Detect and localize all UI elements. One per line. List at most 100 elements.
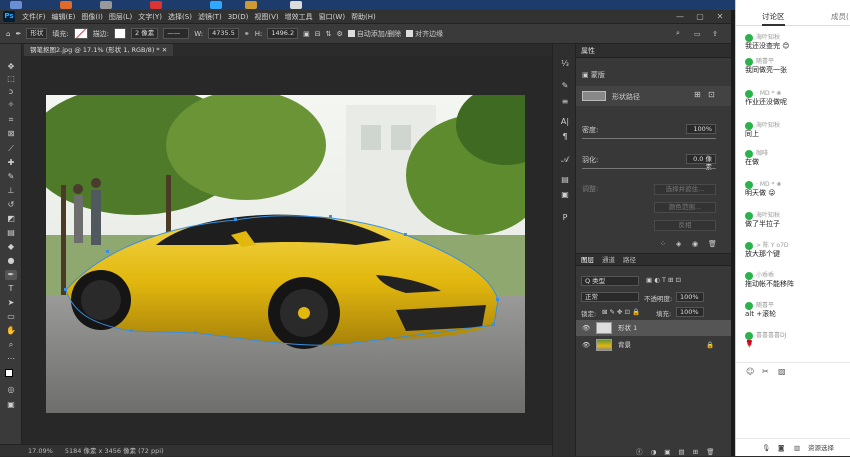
zoom-tool-icon[interactable]: ⌕	[5, 340, 17, 350]
app-icon[interactable]	[245, 1, 257, 9]
stroke-width-field[interactable]: 2 像素	[131, 28, 159, 39]
rectangle-tool-icon[interactable]: ▭	[5, 312, 17, 322]
type-tool-icon[interactable]: T	[5, 284, 17, 294]
settings-gear-icon[interactable]: ⚙	[337, 30, 343, 38]
layer-row-background[interactable]: 👁 背景 🔒	[576, 337, 731, 353]
foreground-background-color-icon[interactable]	[5, 369, 17, 379]
libraries-panel-icon[interactable]: ▣	[559, 189, 571, 200]
menu-window[interactable]: 窗口(W)	[319, 12, 345, 22]
fill-swatch[interactable]	[73, 28, 88, 39]
menu-filter[interactable]: 滤镜(T)	[198, 12, 222, 22]
clone-stamp-tool-icon[interactable]: ⊥	[5, 186, 17, 196]
crop-tool-icon[interactable]: ⌗	[5, 115, 17, 125]
app-icon[interactable]	[290, 1, 302, 9]
path-selection-tool-icon[interactable]: ➤	[5, 298, 17, 308]
stroke-swatch[interactable]	[114, 28, 127, 39]
move-tool-icon[interactable]: ✥	[5, 62, 17, 72]
history-brush-tool-icon[interactable]: ↺	[5, 200, 17, 210]
visibility-eye-icon[interactable]: 👁	[582, 320, 590, 336]
paragraph-panel-icon[interactable]: ¶	[559, 131, 571, 142]
close-tab-icon[interactable]: ✕	[162, 46, 167, 54]
search-icon[interactable]: ⌕	[676, 29, 680, 38]
menu-type[interactable]: 文字(Y)	[138, 12, 162, 22]
layers-bottom-toolbar[interactable]: ⓕ ◑ ▣ ▤ ⊞ 🗑	[636, 446, 717, 456]
gradient-tool-icon[interactable]: ▤	[5, 228, 17, 238]
emoji-icon[interactable]: ☺	[746, 367, 754, 376]
history-panel-icon[interactable]: ⅓	[559, 58, 571, 69]
dodge-tool-icon[interactable]: ●	[5, 256, 17, 266]
menu-layer[interactable]: 图层(L)	[109, 12, 132, 22]
frame-tool-icon[interactable]: ⊠	[5, 129, 17, 139]
brush-panel-icon[interactable]: ✎	[559, 80, 571, 91]
auto-add-delete-checkbox[interactable]: 自动添加/删除	[347, 29, 401, 39]
app-icon[interactable]	[150, 1, 162, 9]
link-icon[interactable]: ⚭	[244, 30, 250, 38]
tab-layers[interactable]: 图层	[581, 254, 594, 266]
scissors-icon[interactable]: ✂	[762, 367, 769, 376]
healing-brush-tool-icon[interactable]: ✚	[5, 158, 17, 168]
blur-tool-icon[interactable]: ◆	[5, 242, 17, 252]
adjustments-panel-icon[interactable]: ≡	[559, 96, 571, 107]
chat-input-area[interactable]: ☺ ✂ ▨	[736, 362, 850, 438]
menu-3d[interactable]: 3D(D)	[228, 13, 249, 21]
menu-select[interactable]: 选择(S)	[168, 12, 192, 22]
hand-tool-icon[interactable]: ✋	[5, 326, 17, 336]
minimize-button[interactable]: —	[672, 11, 688, 23]
character-panel-icon[interactable]: A|	[559, 116, 571, 127]
maximize-button[interactable]: ▢	[692, 11, 708, 23]
image-icon[interactable]: ▨	[778, 367, 786, 376]
app-icon[interactable]	[210, 1, 222, 9]
menu-help[interactable]: 帮助(H)	[351, 12, 376, 22]
stroke-type-select[interactable]: ——	[163, 28, 190, 39]
tab-channels[interactable]: 通道	[602, 254, 615, 266]
density-field[interactable]: 100%	[686, 124, 716, 134]
path-arrangement-icon[interactable]: ⇅	[326, 30, 332, 38]
close-button[interactable]: ✕	[712, 11, 728, 23]
brush-tool-icon[interactable]: ✎	[5, 172, 17, 182]
selection-from-mask-icon[interactable]: ⁘	[660, 240, 666, 248]
delete-mask-icon[interactable]: 🗑	[708, 240, 717, 248]
width-field[interactable]: 4735.5	[208, 28, 239, 39]
tab-discussion[interactable]: 讨论区	[762, 8, 785, 26]
microphone-icon[interactable]: 🎙	[762, 439, 770, 457]
resource-select-button[interactable]: 资源选择	[808, 439, 834, 457]
pen-tool-icon[interactable]: ✒	[5, 270, 17, 280]
feather-slider[interactable]	[582, 168, 716, 169]
app-icon[interactable]	[100, 1, 112, 9]
document-tab[interactable]: 钢笔抠图2.jpg @ 17.1% (形状 1, RGB/8) * ✕	[24, 44, 174, 56]
mask-row[interactable]: ▣ 蒙版	[582, 70, 605, 80]
align-edges-checkbox[interactable]: 对齐边缘	[406, 29, 443, 39]
fill-field[interactable]: 100%	[676, 307, 704, 317]
menu-plugins[interactable]: 增效工具	[285, 12, 313, 22]
marquee-tool-icon[interactable]: ⬚	[5, 74, 17, 84]
app-icon[interactable]	[60, 1, 72, 9]
height-field[interactable]: 1496.2	[267, 28, 299, 39]
quick-mask-icon[interactable]: ◎	[5, 385, 17, 395]
home-icon[interactable]: ⌂	[6, 30, 10, 38]
tab-paths[interactable]: 路径	[623, 254, 636, 266]
shape-path-row[interactable]: 形状路径 ⊞ ⊡	[576, 86, 731, 106]
add-vector-mask-icon[interactable]: ⊡	[708, 90, 715, 99]
magic-wand-tool-icon[interactable]: ✧	[5, 100, 17, 110]
camera-icon[interactable]: ◙	[778, 439, 784, 457]
apply-mask-icon[interactable]: ◈	[676, 240, 681, 248]
color-range-button[interactable]: 颜色范围...	[654, 202, 716, 213]
car-photo[interactable]	[46, 95, 525, 413]
share-icon[interactable]: ⇪	[712, 30, 718, 38]
layer-filter-icons[interactable]: ▣ ◐ T ⊞ ⊡	[646, 276, 681, 284]
more-tools-icon[interactable]: ⋯	[5, 354, 17, 364]
path-alignment-icon[interactable]: ⊟	[315, 30, 321, 38]
paths-panel-icon[interactable]: P	[559, 212, 571, 223]
stats-icon[interactable]: ▥	[794, 439, 800, 457]
lock-icons[interactable]: ⊠ ✎ ✥ ⊡ 🔒	[602, 308, 640, 316]
blend-mode-select[interactable]: 正常	[581, 292, 639, 302]
tab-members[interactable]: 成员(	[831, 8, 849, 26]
menu-view[interactable]: 视图(V)	[254, 12, 278, 22]
menu-file[interactable]: 文件(F)	[22, 12, 46, 22]
add-mask-icon[interactable]: ⊞	[694, 90, 701, 99]
density-slider[interactable]	[582, 138, 716, 139]
layer-row-shape[interactable]: 👁 形状 1	[576, 320, 731, 336]
glyphs-panel-icon[interactable]: 𝒜	[559, 154, 571, 165]
shape-mode-select[interactable]: 形状	[26, 28, 48, 39]
eyedropper-tool-icon[interactable]: ⟋	[5, 144, 17, 154]
